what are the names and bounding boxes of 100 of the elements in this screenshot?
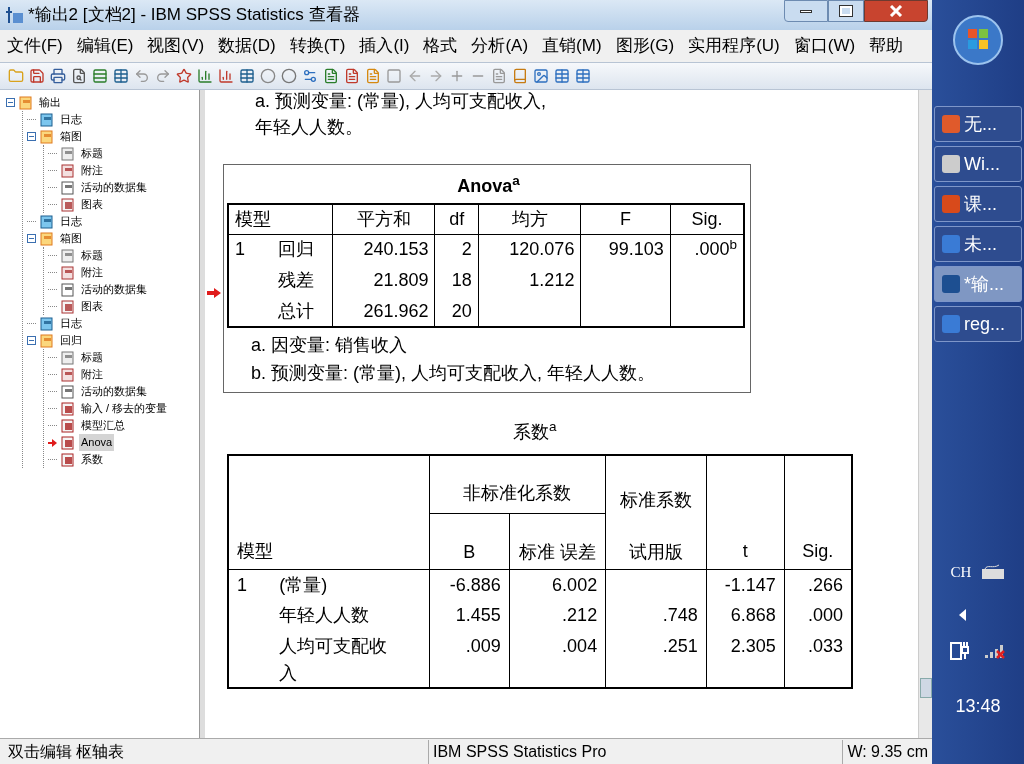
menu-item[interactable]: 帮助 <box>862 33 911 59</box>
column-header: F <box>580 204 671 234</box>
column-header: 试用版 <box>605 513 707 569</box>
table-cell: 20 <box>451 300 472 321</box>
collapse-toggle-icon[interactable] <box>27 336 36 345</box>
menu-item[interactable]: 文件(F) <box>0 33 70 59</box>
table-cell: 6.002 <box>552 574 598 595</box>
tree-item[interactable]: 活动的数据集 <box>79 281 149 298</box>
taskbar-button[interactable]: 未... <box>934 226 1022 262</box>
table-cell: -1.147 <box>724 574 776 595</box>
insert-image-icon[interactable] <box>533 68 549 84</box>
close-button[interactable] <box>864 0 928 22</box>
table-cell: .251 <box>662 636 698 656</box>
collapse-toggle-icon[interactable] <box>6 98 15 107</box>
log-book-icon <box>40 316 54 331</box>
window-title: *输出2 [文档2] - IBM SPSS Statistics 查看器 <box>28 4 360 27</box>
tree-item[interactable]: 活动的数据集 <box>79 179 149 196</box>
menu-item[interactable]: 插入(I) <box>352 33 417 59</box>
show-hidden-icons-icon[interactable] <box>959 609 967 621</box>
model-number: 1 <box>237 574 247 595</box>
table-cell: .748 <box>662 605 698 625</box>
menu-item[interactable]: 图形(G) <box>608 33 682 59</box>
title-page-icon <box>61 350 75 365</box>
table-cell: 240.153 <box>363 239 429 260</box>
tree-item[interactable]: 箱图 <box>58 128 84 145</box>
menu-item[interactable]: 窗口(W) <box>786 33 863 59</box>
column-header: 非标准化系数 <box>429 455 606 513</box>
table-cell: .000$^{b}$ <box>694 239 737 260</box>
collapse-toggle-icon[interactable] <box>27 234 36 243</box>
tree-item[interactable]: 系数 <box>79 451 105 468</box>
taskbar-button[interactable]: 课... <box>934 186 1022 222</box>
menu-item[interactable]: 格式 <box>416 33 465 59</box>
tree-item[interactable]: 日志 <box>58 213 84 230</box>
redo-icon[interactable] <box>155 68 171 84</box>
menu-item[interactable]: 直销(M) <box>535 33 609 59</box>
table-page-icon <box>61 435 75 450</box>
tree-item[interactable]: 日志 <box>58 315 84 332</box>
menu-item[interactable]: 视图(V) <box>140 33 212 59</box>
menu-item[interactable]: 实用程序(U) <box>681 33 787 59</box>
power-plug-icon[interactable] <box>950 639 970 661</box>
print-icon[interactable] <box>50 68 66 84</box>
row-label: 总计 <box>278 300 314 321</box>
title-page-icon <box>61 146 75 161</box>
table-cell: 99.103 <box>608 239 664 260</box>
row-label: 残差 <box>278 270 314 290</box>
tree-item[interactable]: 输入 / 移去的变量 <box>79 400 170 417</box>
table-page-icon <box>61 452 75 467</box>
table-cell: 2 <box>461 239 472 260</box>
tree-item[interactable]: 标题 <box>79 145 105 162</box>
table-title: Anova$^{a}$ <box>456 172 521 198</box>
tree-item[interactable]: 模型汇总 <box>79 417 127 434</box>
tree-item[interactable]: Anova <box>79 434 115 451</box>
tree-item[interactable]: 回归 <box>58 332 84 349</box>
taskbar-button[interactable]: Wi... <box>934 146 1022 182</box>
taskbar-button[interactable]: 无... <box>934 106 1022 142</box>
footnote: a. 预测变量: (常量), 人均可支配收入, 年轻人人数。 <box>255 90 547 139</box>
dataset-page-icon <box>61 384 75 399</box>
tree-item[interactable]: 附注 <box>79 264 105 281</box>
tree-item[interactable]: 图表 <box>79 298 105 315</box>
folder-book-icon <box>40 231 54 246</box>
table-cell: .212 <box>562 605 598 625</box>
save-icon[interactable] <box>29 68 45 84</box>
clock[interactable]: 13:48 <box>955 693 1001 720</box>
note-page-icon <box>61 163 75 178</box>
bar-chart-icon[interactable] <box>197 68 213 84</box>
row-label: (常量) <box>279 573 329 597</box>
tree-item[interactable]: 附注 <box>79 366 105 383</box>
table-cell: 1.455 <box>455 605 501 625</box>
start-button[interactable] <box>952 14 1004 66</box>
app-icon <box>941 314 961 334</box>
taskbar-button[interactable]: reg... <box>934 306 1022 342</box>
menu-item[interactable]: 编辑(E) <box>69 33 141 59</box>
tree-item[interactable]: 标题 <box>79 349 105 366</box>
tree-item[interactable]: 标题 <box>79 247 105 264</box>
tree-item[interactable]: 活动的数据集 <box>79 383 149 400</box>
tree-item[interactable]: 箱图 <box>58 230 84 247</box>
print-preview-icon[interactable] <box>71 68 87 84</box>
undo-icon[interactable] <box>134 68 150 84</box>
collapse-toggle-icon[interactable] <box>27 132 36 141</box>
vertical-scrollbar[interactable] <box>918 90 932 738</box>
tree-item[interactable]: 图表 <box>79 196 105 213</box>
options-icon[interactable] <box>302 68 318 84</box>
menu-item[interactable]: 分析(A) <box>464 33 536 59</box>
app-icon <box>941 274 961 294</box>
menu-item[interactable]: 转换(T) <box>282 33 353 59</box>
tree-item[interactable]: 附注 <box>79 162 105 179</box>
row-label: 人均可支配收入 <box>279 635 389 685</box>
footnote: b. 预测变量: (常量), 人均可支配收入, 年轻人人数。 <box>251 362 656 385</box>
folder-book-icon <box>40 129 54 144</box>
maximize-button[interactable] <box>828 0 864 22</box>
tree-item[interactable]: 输出 <box>37 94 63 111</box>
menu-item[interactable]: 数据(D) <box>211 33 283 59</box>
keyboard-icon[interactable] <box>981 563 1006 580</box>
minimize-button[interactable] <box>784 0 828 22</box>
language-indicator[interactable]: CH <box>950 560 972 583</box>
tree-item[interactable]: 日志 <box>58 111 84 128</box>
table-page-icon <box>61 401 75 416</box>
chart-page-icon <box>61 299 75 314</box>
table-cell: .266 <box>807 574 843 595</box>
table-icon[interactable] <box>239 68 255 84</box>
